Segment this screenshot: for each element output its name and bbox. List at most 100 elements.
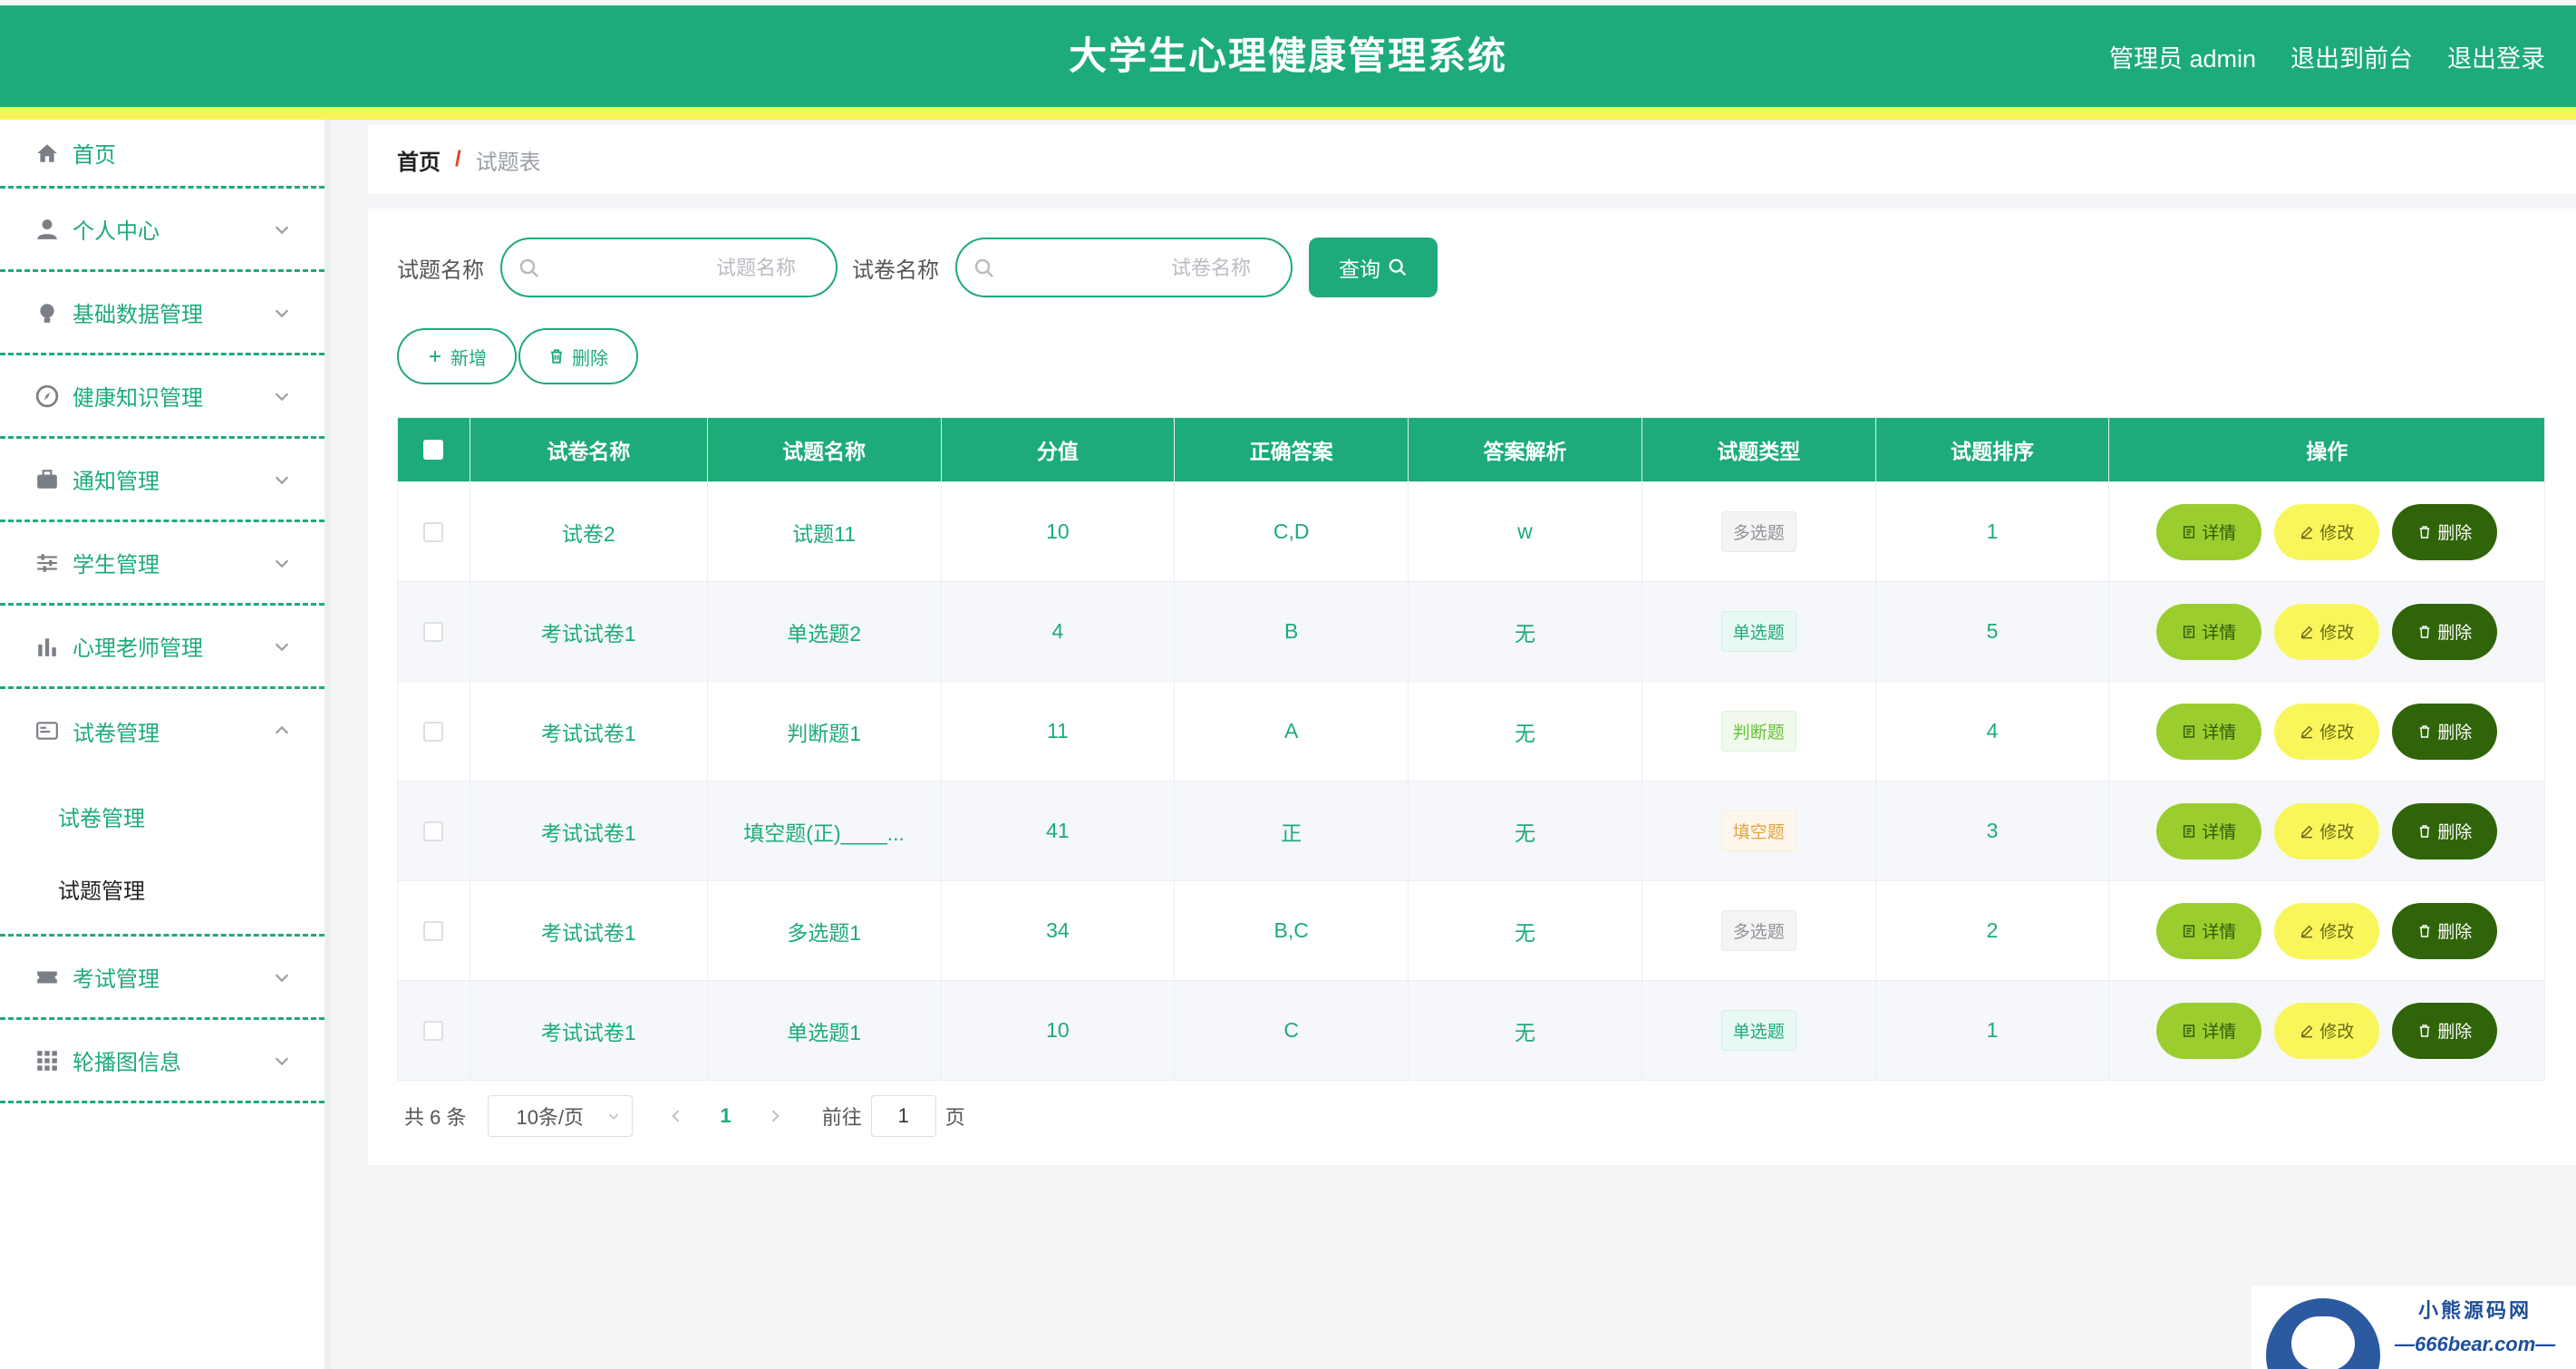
goto-label: 前往 [821,1106,862,1129]
paper-name-cell: 考试试卷1 [470,881,708,980]
sidebar-item-notice[interactable]: 通知管理 [0,439,324,522]
paper-name-input[interactable] [1070,250,1251,286]
sidebar-item-label: 心理老师管理 [73,636,203,661]
trash-icon [2419,824,2430,838]
question-name-cell: 单选题2 [708,582,942,681]
row-checkbox[interactable] [423,920,444,941]
select-all-checkbox[interactable] [423,440,444,460]
user-icon [34,217,60,242]
row-checkbox[interactable] [423,1020,444,1041]
detail-button[interactable]: 详情 [2156,802,2262,859]
detail-button[interactable]: 详情 [2156,902,2262,959]
row-checkbox[interactable] [423,621,444,642]
edit-button[interactable]: 修改 [2274,503,2380,560]
delete-button-label: 删除 [2437,524,2473,543]
table-row: 考试试卷1 多选题1 34 B,C 无 多选题 2 详情 修改 删除 [398,880,2544,980]
edit-button[interactable]: 修改 [2274,1002,2380,1059]
detail-button[interactable]: 详情 [2156,503,2262,560]
sidebar-item-exams[interactable]: 考试管理 [0,937,324,1020]
row-select-cell [398,782,470,880]
bar-chart-icon [34,634,60,659]
watermark-url: —666bear.com— [2395,1333,2556,1355]
table-row: 考试试卷1 判断题1 11 A 无 判断题 4 详情 修改 删除 [398,681,2544,781]
pencil-icon [2300,626,2313,638]
operations-cell: 详情 修改 删除 [2109,682,2544,781]
delete-button[interactable]: 删除 [2392,902,2498,959]
table-row: 考试试卷1 单选题1 10 C 无 单选题 1 详情 修改 删除 [398,980,2544,1080]
sidebar-item-personal-center[interactable]: 个人中心 [0,189,324,272]
sidebar-item-label: 轮播图信息 [73,1051,181,1075]
add-button[interactable]: 新增 [397,328,517,384]
detail-button[interactable]: 详情 [2156,703,2262,760]
type-cell: 填空题 [1642,782,1876,880]
type-tag: 单选题 [1720,611,1796,652]
order-cell: 1 [1876,981,2110,1080]
detail-button[interactable]: 详情 [2156,1002,2262,1059]
bulb-icon [34,300,60,325]
sidebar-item-label: 基础数据管理 [73,303,203,327]
sidebar-subitem-question-management[interactable]: 试题管理 [0,852,324,925]
operations-cell: 详情 修改 删除 [2109,782,2544,880]
breadcrumb-home[interactable]: 首页 [397,144,441,176]
edit-button[interactable]: 修改 [2274,603,2380,660]
column-header: 试题排序 [1876,418,2110,481]
sidebar-item-carousel[interactable]: 轮播图信息 [0,1020,324,1103]
query-button[interactable]: 查询 [1309,238,1438,297]
delete-button[interactable]: 删除 [2392,1002,2498,1059]
type-tag: 判断题 [1720,711,1796,752]
row-select-cell [398,482,470,581]
edit-button[interactable]: 修改 [2274,802,2380,859]
page-size-select[interactable]: 10条/页 [488,1095,634,1137]
edit-button-label: 修改 [2319,624,2355,643]
delete-button[interactable]: 删除 [2392,503,2498,560]
row-checkbox[interactable] [423,721,444,742]
chevron-down-icon [272,470,292,490]
order-cell: 2 [1876,881,2110,980]
delete-button[interactable]: 删除 [2392,703,2498,760]
question-name-input[interactable] [615,250,796,286]
sidebar-item-papers[interactable]: 试卷管理 [0,689,324,772]
question-name-cell: 判断题1 [708,682,942,781]
page-unit-label: 页 [944,1106,965,1129]
batch-delete-button-label: 删除 [572,348,608,369]
operations-cell: 详情 修改 删除 [2109,582,2544,681]
header-stripe [0,107,2576,120]
pencil-icon [2300,1024,2313,1037]
sidebar-subitem-paper-management[interactable]: 试卷管理 [0,780,324,852]
next-page-button[interactable] [766,1107,784,1125]
logout-link[interactable]: 退出登录 [2447,39,2545,74]
delete-button-label: 删除 [2437,923,2473,942]
header-select-all[interactable] [398,418,470,481]
delete-button[interactable]: 删除 [2392,802,2498,859]
paper-name-cell: 考试试卷1 [470,682,708,781]
sidebar-item-students[interactable]: 学生管理 [0,522,324,606]
sidebar-item-home[interactable]: 首页 [0,120,324,189]
delete-button[interactable]: 删除 [2392,603,2498,660]
page-number[interactable]: 1 [720,1104,731,1128]
exit-to-front-link[interactable]: 退出到前台 [2290,39,2413,74]
edit-button[interactable]: 修改 [2274,902,2380,959]
goto-page-input[interactable] [870,1095,936,1137]
table-row: 考试试卷1 填空题(正)____... 41 正 无 填空题 3 详情 修改 删… [398,781,2544,880]
edit-button[interactable]: 修改 [2274,703,2380,760]
home-icon [34,141,60,166]
type-tag: 填空题 [1720,811,1796,851]
score-cell: 41 [942,782,1176,880]
papers-submenu: 试卷管理 试题管理 [0,772,324,937]
answer-cell: 正 [1175,782,1409,880]
detail-button-label: 详情 [2202,923,2237,942]
sidebar-item-basic-data[interactable]: 基础数据管理 [0,272,324,355]
sidebar-item-teachers[interactable]: 心理老师管理 [0,606,324,689]
row-checkbox[interactable] [423,521,444,542]
question-name-label: 试题名称 [397,257,484,283]
main-panel: 试题名称 试卷名称 查询 新增 删除 试卷名称 试题名称 分值 [368,209,2576,1165]
order-cell: 5 [1876,582,2110,681]
search-icon [518,257,540,279]
row-checkbox[interactable] [423,820,444,841]
sidebar-item-label: 首页 [73,143,116,168]
batch-delete-button[interactable]: 删除 [518,328,638,384]
prev-page-button[interactable] [667,1107,685,1125]
sidebar-item-health-knowledge[interactable]: 健康知识管理 [0,355,324,439]
detail-button[interactable]: 详情 [2156,603,2262,660]
explanation-cell: 无 [1409,981,1642,1080]
